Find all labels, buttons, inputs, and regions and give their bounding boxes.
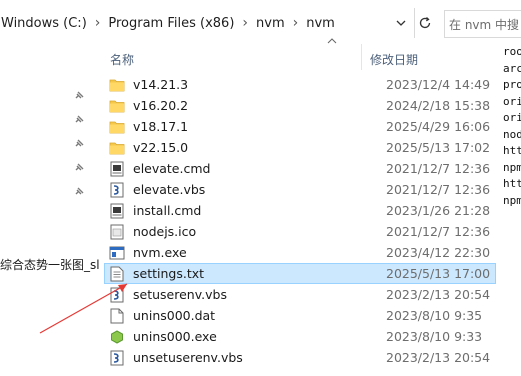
dat-file-icon: [109, 308, 125, 324]
folder-icon: [109, 98, 125, 114]
file-date: 2025/5/13 17:02: [386, 140, 491, 155]
file-date: 2023/12/4 14:49: [386, 77, 491, 92]
list-item[interactable]: v18.17.1 2025/4/29 16:06: [104, 116, 496, 137]
list-item[interactable]: setuserenv.vbs 2023/2/13 20:54: [104, 284, 496, 305]
list-item[interactable]: elevate.cmd 2021/12/7 12:36: [104, 158, 496, 179]
ico-file-icon: [109, 224, 125, 240]
list-item[interactable]: unins000.dat 2023/8/10 9:35: [104, 305, 496, 326]
file-date: 2021/12/7 12:36: [386, 224, 491, 239]
file-name: nodejs.ico: [133, 224, 197, 239]
file-name: unins000.dat: [133, 308, 216, 323]
preview-line: npm: [503, 160, 521, 174]
list-item[interactable]: unins000.exe 2023/8/10 9:33: [104, 326, 496, 347]
file-date: 2023/8/10 9:35: [386, 308, 483, 323]
refresh-button[interactable]: [415, 8, 435, 38]
preview-line: ori: [503, 94, 521, 108]
breadcrumb-program-files[interactable]: Program Files (x86): [107, 16, 235, 31]
file-date: 2021/12/7 12:36: [386, 161, 491, 176]
column-date-modified[interactable]: 修改日期: [370, 51, 418, 68]
preview-line: arc: [503, 61, 521, 75]
file-name: unins000.exe: [133, 329, 217, 344]
file-date: 2025/4/29 16:06: [386, 119, 491, 134]
file-date: 2023/1/26 21:28: [386, 203, 491, 218]
list-item[interactable]: nodejs.ico 2021/12/7 12:36: [104, 221, 496, 242]
file-name: install.cmd: [133, 203, 202, 218]
column-divider[interactable]: [361, 44, 362, 70]
navigation-pane: [0, 40, 100, 376]
list-item[interactable]: install.cmd 2023/1/26 21:28: [104, 200, 496, 221]
breadcrumb-nvm-current[interactable]: nvm: [305, 16, 336, 31]
breadcrumb-separator-icon[interactable]: ›: [242, 15, 248, 31]
address-bar[interactable]: Windows (C:) › Program Files (x86) › nvm…: [0, 8, 414, 38]
list-item[interactable]: unsetuserenv.vbs 2023/2/13 20:54: [104, 347, 496, 368]
preview-line: nod: [503, 127, 521, 141]
file-date: 2023/4/12 22:30: [386, 245, 491, 260]
folder-icon: [109, 119, 125, 135]
breadcrumb-separator-icon[interactable]: ›: [95, 15, 101, 31]
pin-icon[interactable]: [73, 90, 85, 102]
txt-file-icon: [109, 266, 125, 282]
list-item[interactable]: v22.15.0 2025/5/13 17:02: [104, 137, 496, 158]
folder-icon: [109, 77, 125, 93]
column-header: 名称 修改日期: [100, 38, 500, 70]
pin-icon[interactable]: [73, 162, 85, 174]
list-item-selected[interactable]: settings.txt 2025/5/13 17:00: [104, 263, 496, 284]
refresh-icon: [419, 17, 431, 29]
pin-icon[interactable]: [73, 114, 85, 126]
file-date: 2023/2/13 20:54: [386, 287, 491, 302]
file-list: v14.21.3 2023/12/4 14:49 v16.20.2 2024/2…: [104, 74, 496, 368]
list-item[interactable]: v16.20.2 2024/2/18 15:38: [104, 95, 496, 116]
folder-icon: [109, 140, 125, 156]
preview-line: npm: [503, 193, 521, 207]
file-name: nvm.exe: [133, 245, 187, 260]
search-box[interactable]: 在 nvm 中搜: [444, 10, 521, 38]
sort-ascending-icon: [327, 38, 337, 44]
file-name: elevate.vbs: [133, 182, 206, 197]
vbs-file-icon: [109, 350, 125, 366]
file-name: unsetuserenv.vbs: [133, 350, 243, 365]
file-name: elevate.cmd: [133, 161, 211, 176]
file-date: 2023/8/10 9:33: [386, 329, 483, 344]
exe-file-icon: [109, 245, 125, 261]
breadcrumb-separator-icon[interactable]: ›: [293, 15, 299, 31]
file-date: 2021/12/7 12:36: [386, 182, 491, 197]
file-date: 2025/5/13 17:00: [386, 266, 491, 281]
file-name: settings.txt: [133, 266, 205, 281]
cmd-file-icon: [109, 203, 125, 219]
address-dropdown-icon[interactable]: [394, 16, 408, 30]
file-date: 2024/2/18 15:38: [386, 98, 491, 113]
file-date: 2023/2/13 20:54: [386, 350, 491, 365]
file-name: setuserenv.vbs: [133, 287, 227, 302]
setup-exe-icon: [109, 329, 125, 345]
vbs-file-icon: [109, 182, 125, 198]
pin-icon[interactable]: [73, 138, 85, 150]
file-name: v22.15.0: [133, 140, 189, 155]
pin-icon[interactable]: [73, 186, 85, 198]
list-item[interactable]: elevate.vbs 2021/12/7 12:36: [104, 179, 496, 200]
list-item[interactable]: v14.21.3 2023/12/4 14:49: [104, 74, 496, 95]
preview-line: pro: [503, 78, 521, 91]
preview-line: htt: [503, 144, 521, 157]
vbs-file-icon: [109, 287, 125, 303]
breadcrumb-nvm[interactable]: nvm: [255, 16, 286, 31]
preview-line: htt: [503, 177, 521, 190]
breadcrumb-drive[interactable]: Windows (C:): [0, 16, 88, 31]
list-item[interactable]: nvm.exe 2023/4/12 22:30: [104, 242, 496, 263]
file-name: v14.21.3: [133, 77, 189, 92]
preview-pane: roo arc pro ori ori nod htt npm htt npm: [503, 44, 521, 214]
search-placeholder: 在 nvm 中搜: [449, 17, 520, 32]
preview-line: ori: [503, 111, 521, 124]
file-name: v18.17.1: [133, 119, 189, 134]
column-name[interactable]: 名称: [110, 51, 134, 68]
preview-line: roo: [503, 45, 521, 58]
file-name: v16.20.2: [133, 98, 189, 113]
cmd-file-icon: [109, 161, 125, 177]
nav-item-label[interactable]: 综合态势一张图_sl: [0, 256, 100, 273]
